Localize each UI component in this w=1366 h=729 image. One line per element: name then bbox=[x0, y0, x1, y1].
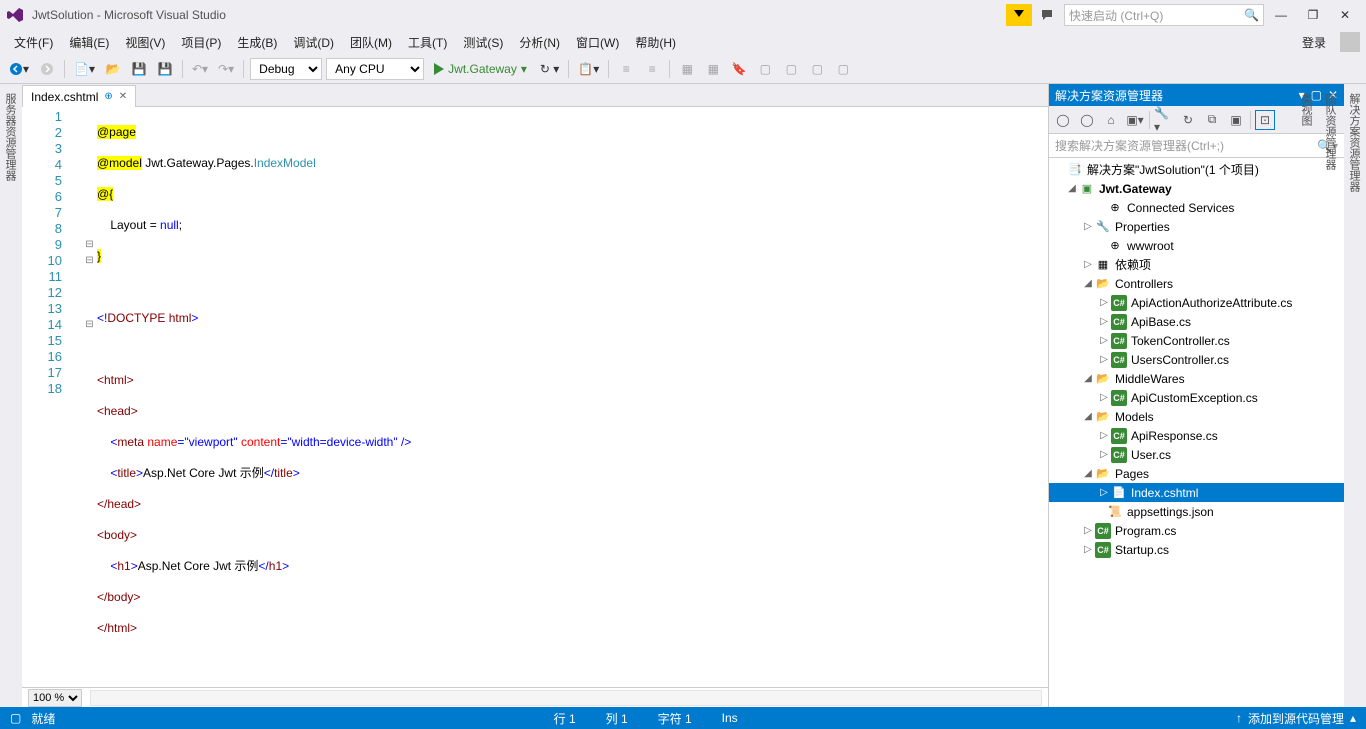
code-content[interactable]: @page @model Jwt.Gateway.Pages.IndexMode… bbox=[97, 107, 1048, 687]
right-tool-tabs: 解决方案资源管理器 团队资源管理器 类视图 bbox=[1344, 84, 1366, 707]
maximize-button[interactable]: ❐ bbox=[1298, 4, 1328, 26]
chevron-up-icon: ▴ bbox=[1350, 711, 1356, 725]
document-tab[interactable]: Index.cshtml ⊕ ✕ bbox=[22, 85, 136, 107]
menubar: 文件(F) 编辑(E) 视图(V) 项目(P) 生成(B) 调试(D) 团队(M… bbox=[0, 30, 1366, 54]
titlebar: JwtSolution - Microsoft Visual Studio 快速… bbox=[0, 0, 1366, 30]
main-area: 服务器资源管理器 工具箱 Index.cshtml ⊕ ✕ 1234567891… bbox=[0, 84, 1366, 707]
solution-explorer-title: 解决方案资源管理器 bbox=[1055, 87, 1163, 104]
indent-left-icon: ≡ bbox=[615, 58, 637, 80]
horizontal-scrollbar[interactable] bbox=[90, 690, 1042, 706]
save-button[interactable]: 💾 bbox=[128, 58, 150, 80]
solution-search-placeholder: 搜索解决方案资源管理器(Ctrl+;) bbox=[1055, 137, 1317, 154]
nav-forward-button[interactable] bbox=[36, 58, 58, 80]
bm2-icon: ▢ bbox=[780, 58, 802, 80]
status-char: 字符 1 bbox=[658, 710, 692, 727]
step-button[interactable]: 📋▾ bbox=[575, 58, 602, 80]
vs-logo-icon bbox=[6, 6, 24, 24]
toolbar: ▾ 📄▾ 📂 💾 💾 ↶▾ ↷▾ Debug Any CPU Jwt.Gatew… bbox=[0, 54, 1366, 84]
tab-server-explorer[interactable]: 服务器资源管理器 bbox=[0, 84, 22, 707]
close-button[interactable]: ✕ bbox=[1330, 4, 1360, 26]
config-select[interactable]: Debug bbox=[250, 58, 322, 80]
nav-back-button[interactable]: ▾ bbox=[6, 58, 32, 80]
editor-area: Index.cshtml ⊕ ✕ 12345678910111213141516… bbox=[22, 84, 1048, 707]
platform-select[interactable]: Any CPU bbox=[326, 58, 424, 80]
search-icon: 🔍 bbox=[1244, 8, 1259, 22]
menu-view[interactable]: 视图(V) bbox=[117, 31, 173, 54]
zoom-select[interactable]: 100 % bbox=[28, 689, 82, 707]
refresh-icon[interactable]: ↻ bbox=[1178, 110, 1198, 130]
bm1-icon: ▢ bbox=[754, 58, 776, 80]
menu-tools[interactable]: 工具(T) bbox=[400, 31, 455, 54]
quick-launch-placeholder: 快速启动 (Ctrl+Q) bbox=[1069, 7, 1244, 24]
undo-button[interactable]: ↶▾ bbox=[189, 58, 211, 80]
bm4-icon: ▢ bbox=[832, 58, 854, 80]
menu-edit[interactable]: 编辑(E) bbox=[61, 31, 117, 54]
tab-class-view[interactable]: 类视图 bbox=[1294, 84, 1318, 707]
left-tool-tabs: 服务器资源管理器 工具箱 bbox=[0, 84, 22, 707]
menu-project[interactable]: 项目(P) bbox=[173, 31, 229, 54]
code-editor[interactable]: 123456789101112131415161718 ⊟⊟⊟ @page @m… bbox=[22, 106, 1048, 687]
fold-column[interactable]: ⊟⊟⊟ bbox=[82, 107, 97, 687]
save-all-button[interactable]: 💾 bbox=[154, 58, 176, 80]
open-file-button[interactable]: 📂 bbox=[102, 58, 124, 80]
menu-help[interactable]: 帮助(H) bbox=[627, 31, 684, 54]
tab-solution-explorer[interactable]: 解决方案资源管理器 bbox=[1342, 84, 1366, 707]
feedback-icon[interactable] bbox=[1036, 4, 1058, 26]
document-tabs: Index.cshtml ⊕ ✕ bbox=[22, 84, 1048, 106]
home-icon[interactable]: ⌂ bbox=[1101, 110, 1121, 130]
window-title: JwtSolution - Microsoft Visual Studio bbox=[32, 8, 226, 22]
menu-team[interactable]: 团队(M) bbox=[342, 31, 400, 54]
quick-launch-input[interactable]: 快速启动 (Ctrl+Q) 🔍 bbox=[1064, 4, 1264, 26]
status-ready: 就绪 bbox=[31, 710, 55, 727]
user-avatar-icon[interactable] bbox=[1340, 32, 1360, 52]
redo-button[interactable]: ↷▾ bbox=[215, 58, 237, 80]
show-all-icon[interactable]: ▣ bbox=[1226, 110, 1246, 130]
menu-analyze[interactable]: 分析(N) bbox=[511, 31, 568, 54]
scope-icon[interactable]: 🔧▾ bbox=[1154, 110, 1174, 130]
editor-footer: 100 % bbox=[22, 687, 1048, 707]
uncomment-icon: ▦ bbox=[702, 58, 724, 80]
minimize-button[interactable]: — bbox=[1266, 4, 1296, 26]
collapse-icon[interactable]: ⧉ bbox=[1202, 110, 1222, 130]
status-ins: Ins bbox=[722, 711, 738, 725]
upload-icon: ↑ bbox=[1236, 711, 1242, 725]
menu-build[interactable]: 生成(B) bbox=[229, 31, 285, 54]
back-icon[interactable]: ◯ bbox=[1053, 110, 1073, 130]
sync-icon[interactable]: ▣▾ bbox=[1125, 110, 1145, 130]
tab-team-explorer[interactable]: 团队资源管理器 bbox=[1318, 84, 1342, 707]
menu-window[interactable]: 窗口(W) bbox=[568, 31, 627, 54]
line-gutter: 123456789101112131415161718 bbox=[22, 107, 82, 687]
status-col: 列 1 bbox=[606, 710, 628, 727]
status-icon: ▢ bbox=[10, 711, 21, 725]
document-tab-label: Index.cshtml bbox=[31, 90, 98, 104]
pin-icon[interactable]: ⊕ bbox=[104, 91, 112, 102]
bookmark-icon[interactable]: 🔖 bbox=[728, 58, 750, 80]
start-debug-button[interactable]: Jwt.Gateway ▾ bbox=[428, 58, 533, 80]
menu-test[interactable]: 测试(S) bbox=[455, 31, 511, 54]
statusbar: ▢ 就绪 行 1 列 1 字符 1 Ins ↑ 添加到源代码管理 ▴ bbox=[0, 707, 1366, 729]
login-link[interactable]: 登录 bbox=[1294, 31, 1334, 54]
bm3-icon: ▢ bbox=[806, 58, 828, 80]
properties-icon[interactable]: ⊡ bbox=[1255, 110, 1275, 130]
close-tab-icon[interactable]: ✕ bbox=[119, 91, 127, 102]
menu-file[interactable]: 文件(F) bbox=[6, 31, 61, 54]
new-project-button[interactable]: 📄▾ bbox=[71, 58, 98, 80]
notification-flag-icon[interactable] bbox=[1006, 4, 1032, 26]
forward-icon[interactable]: ◯ bbox=[1077, 110, 1097, 130]
indent-right-icon: ≡ bbox=[641, 58, 663, 80]
menu-debug[interactable]: 调试(D) bbox=[285, 31, 342, 54]
status-scm[interactable]: ↑ 添加到源代码管理 ▴ bbox=[1236, 710, 1356, 727]
status-line: 行 1 bbox=[554, 710, 576, 727]
comment-icon: ▦ bbox=[676, 58, 698, 80]
browser-link-button[interactable]: ↻ ▾ bbox=[537, 58, 562, 80]
